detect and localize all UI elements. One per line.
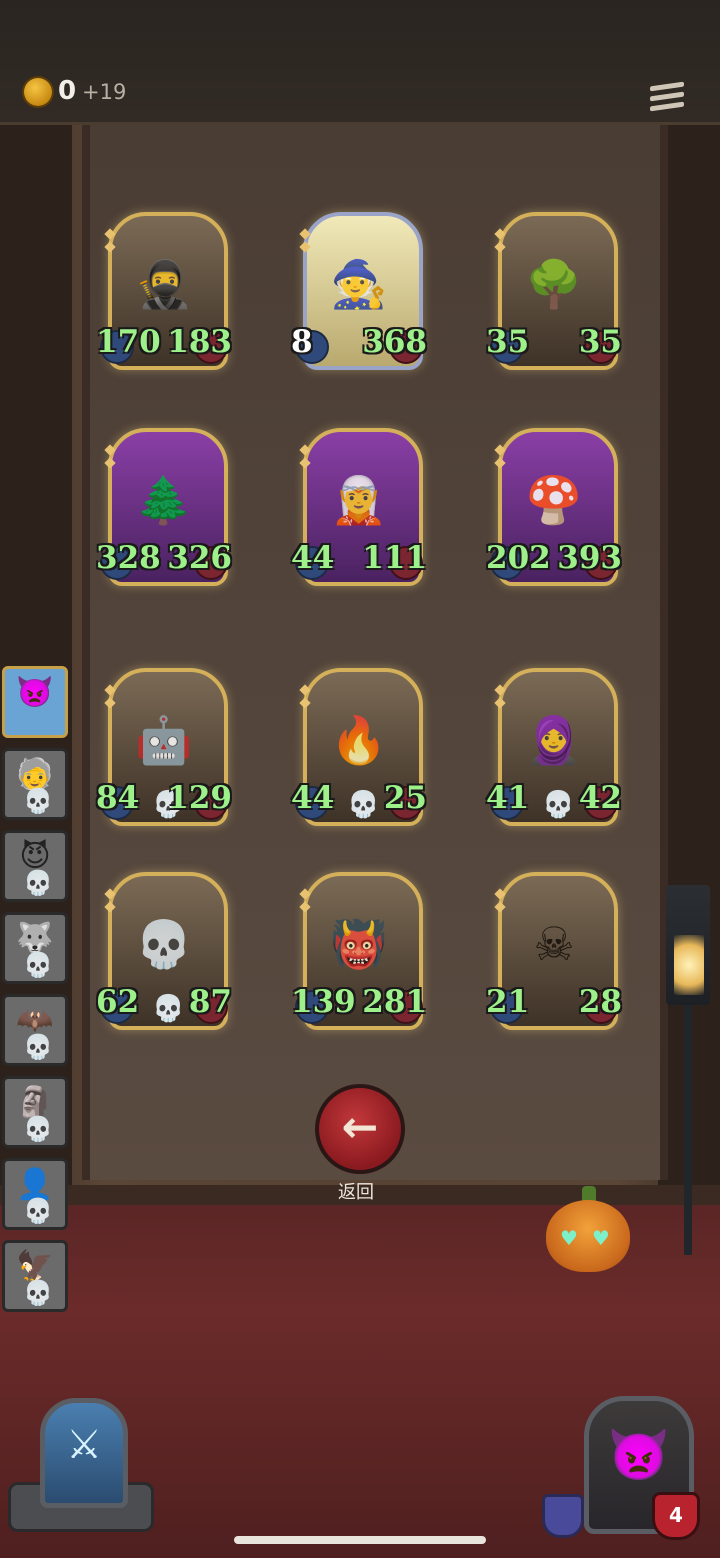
attack-value: 44 [291, 780, 335, 816]
bandaged-head-icon: 🧕 [525, 713, 583, 767]
attack-value: 84 [96, 780, 140, 816]
red-brute-card[interactable]: 👹 139 281 [291, 872, 427, 1042]
attack-value: 44 [291, 540, 335, 576]
sidebar-hooded-woman[interactable]: 👤 💀 [2, 1158, 68, 1230]
shield-icon[interactable] [542, 1494, 584, 1538]
hooded-assassin-icon: 🥷 [135, 257, 193, 311]
spider-mushroom-card[interactable]: 🍄 202 393 [486, 428, 622, 598]
hero-hp-badge: 4 [652, 1492, 700, 1540]
sidebar-gargoyle[interactable]: 🦅 💀 [2, 1240, 68, 1312]
rank-gems [494, 684, 506, 712]
sidebar-rock-golem[interactable]: 🗿 💀 [2, 1076, 68, 1148]
furnace-robot-icon: 🤖 [135, 713, 193, 767]
skull-icon: 💀 [23, 787, 53, 815]
steam-golem-card[interactable]: 🤖 💀 84 129 [96, 668, 232, 838]
skull-icon: 💀 [23, 1197, 53, 1225]
health-value: 129 [167, 780, 232, 816]
horned-skull-icon: ☠ [533, 917, 575, 971]
skull-icon: 💀 [23, 1279, 53, 1307]
rank-gems [104, 444, 116, 472]
portal-deck-icon: ⚔ [66, 1422, 102, 1468]
coin-bonus: +19 [82, 80, 127, 104]
attack-value: 328 [96, 540, 161, 576]
sidebar-white-beast[interactable]: 🐺 💀 [2, 912, 68, 984]
health-value: 35 [578, 324, 622, 360]
skull-icon: 💀 [152, 994, 185, 1024]
fire-imp-card[interactable]: 🔥 💀 44 25 [291, 668, 427, 838]
sidebar-old-wizard[interactable]: 🧓 💀 [2, 748, 68, 820]
rank-gems [494, 888, 506, 916]
pumpkin-eyes: ♥♥ [560, 1226, 624, 1250]
elf-girl-icon: 🧝 [330, 473, 388, 527]
attack-value: 202 [486, 540, 551, 576]
rank-gems [494, 228, 506, 256]
rank-gems [104, 684, 116, 712]
fire-demon-icon: 🔥 [330, 713, 388, 767]
back-arrow-icon: ← [341, 1102, 379, 1153]
armored-brute-icon: 👹 [330, 917, 388, 971]
bone-dragon-card[interactable]: 💀 💀 62 87 [96, 872, 232, 1042]
rank-gems [494, 444, 506, 472]
blue-imp-hero-icon: 👿 [607, 1426, 671, 1484]
attack-value: 41 [486, 780, 530, 816]
rank-gems [299, 444, 311, 472]
bandaged-scout-card[interactable]: 🧕 💀 41 42 [486, 668, 622, 838]
hamburger-menu-icon[interactable] [650, 81, 684, 118]
sidebar-blue-imp[interactable]: 👿 [2, 666, 68, 738]
attack-value: 139 [291, 984, 356, 1020]
health-value: 393 [557, 540, 622, 576]
back-button[interactable]: ← [315, 1084, 405, 1174]
hooded-rogue-card[interactable]: 🥷 170 183 [96, 212, 232, 382]
mushroom-elf-card[interactable]: 🧝 44 111 [291, 428, 427, 598]
mushroom-spider-icon: 🍄 [525, 473, 583, 527]
health-value: 183 [167, 324, 232, 360]
health-value: 25 [383, 780, 427, 816]
rank-gems [299, 888, 311, 916]
bearded-warrior-icon: 🧙 [330, 257, 388, 311]
rank-gems [104, 888, 116, 916]
spooky-tree-icon: 🌲 [135, 473, 193, 527]
skull-icon: 💀 [23, 1115, 53, 1143]
portal-deck-button[interactable]: ⚔ [8, 1398, 154, 1532]
health-value: 42 [578, 780, 622, 816]
skull-icon: 💀 [23, 869, 53, 897]
rank-gems [104, 228, 116, 256]
angry-tree-icon: 🌳 [525, 257, 583, 311]
treant-card[interactable]: 🌳 35 35 [486, 212, 622, 382]
attack-value: 170 [96, 324, 161, 360]
blue-imp-icon: 👿 [16, 675, 54, 710]
health-value: 111 [362, 540, 427, 576]
old-dwarf-warrior-card[interactable]: 🧙 8 368 [291, 212, 427, 382]
health-value: 87 [188, 984, 232, 1020]
lamp-pole [684, 1005, 692, 1255]
rank-gems [299, 684, 311, 712]
attack-value: 21 [486, 984, 530, 1020]
back-label: 返回 [338, 1182, 374, 1203]
crown-coin-icon [24, 78, 52, 106]
skull-icon: 💀 [542, 790, 575, 820]
skull-icon: 💀 [23, 951, 53, 979]
skeleton-shaman-card[interactable]: ☠ 21 28 [486, 872, 622, 1042]
lamp-light [674, 935, 704, 995]
skull-icon: 💀 [347, 790, 380, 820]
pumpkin-pet-icon[interactable]: ♥♥ [542, 1186, 634, 1278]
top-bar: 0 +19 [0, 0, 720, 125]
health-value: 28 [578, 984, 622, 1020]
rank-gems [299, 228, 311, 256]
home-indicator[interactable] [234, 1536, 486, 1544]
dragon-skull-icon: 💀 [135, 917, 193, 971]
attack-value: 8 [291, 324, 313, 360]
attack-value: 35 [486, 324, 530, 360]
health-value: 368 [362, 324, 427, 360]
sidebar-roster: 👿 🧓 💀 😈 💀 🐺 💀 🦇 💀 🗿 💀 👤 💀 🦅 💀 [0, 666, 68, 1322]
sidebar-dark-figure[interactable]: 😈 💀 [2, 830, 68, 902]
hero-hp-value: 4 [669, 1503, 683, 1527]
health-value: 281 [362, 984, 427, 1020]
attack-value: 62 [96, 984, 140, 1020]
skull-icon: 💀 [23, 1033, 53, 1061]
swamp-tree-card[interactable]: 🌲 328 326 [96, 428, 232, 598]
coin-count: 0 [58, 76, 77, 106]
sidebar-dark-creature[interactable]: 🦇 💀 [2, 994, 68, 1066]
health-value: 326 [167, 540, 232, 576]
